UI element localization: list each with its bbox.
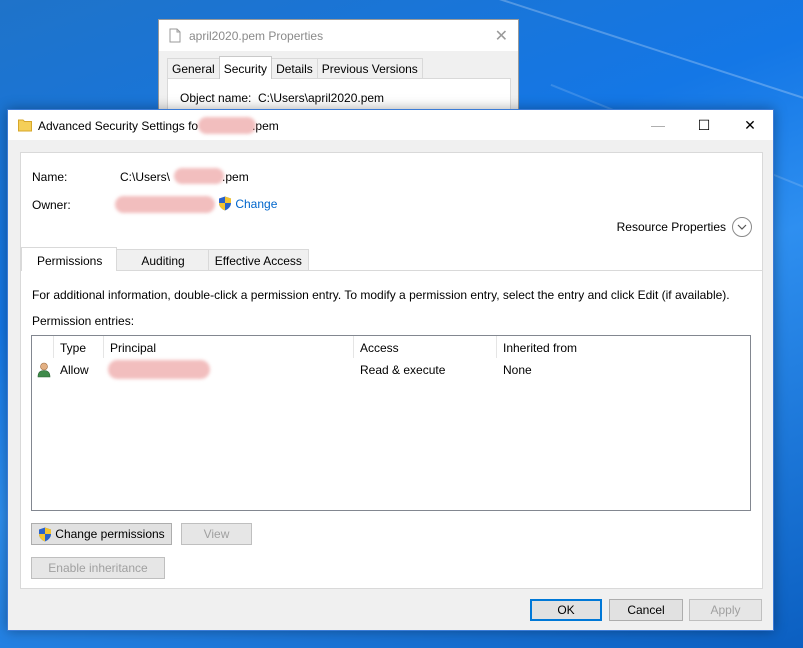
redacted-principal [108, 360, 210, 379]
name-value-prefix: C:\Users\ [120, 170, 171, 184]
properties-tab-security[interactable]: Security [218, 56, 273, 79]
maximize-button[interactable]: ☐ [681, 110, 727, 140]
tab-auditing[interactable]: Auditing [116, 249, 209, 271]
advanced-security-settings-window: Advanced Security Settings fo .pem — ☐ ✕ … [7, 109, 774, 631]
minimize-button[interactable]: — [635, 110, 681, 140]
permission-entries-list[interactable]: Type Principal Access Inherited from All… [31, 335, 751, 511]
owner-label: Owner: [32, 198, 71, 212]
apply-button[interactable]: Apply [689, 599, 762, 621]
redacted-filename [198, 117, 256, 134]
column-type[interactable]: Type [54, 336, 104, 358]
properties-tab-previous-versions[interactable]: Previous Versions [316, 58, 423, 79]
properties-close-icon[interactable]: ✕ [495, 26, 508, 46]
properties-tab-general[interactable]: General [167, 58, 220, 79]
name-label: Name: [32, 170, 68, 184]
window-title-prefix: Advanced Security Settings fo [38, 119, 199, 133]
folder-icon [18, 119, 32, 132]
redacted-username [174, 168, 224, 184]
window-titlebar: Advanced Security Settings fo .pem — ☐ ✕ [8, 110, 773, 140]
object-name-label: Object name: [180, 91, 252, 105]
user-icon [37, 362, 51, 378]
resource-properties-toggle[interactable]: Resource Properties [617, 217, 752, 237]
cancel-button[interactable]: Cancel [609, 599, 683, 621]
list-header: Type Principal Access Inherited from [32, 336, 750, 358]
permissions-help-text: For additional information, double-click… [32, 288, 730, 302]
change-owner-link[interactable]: Change [218, 196, 277, 211]
desktop-background-streak [489, 0, 803, 127]
properties-title: april2020.pem Properties [189, 28, 324, 43]
change-permissions-button[interactable]: Change permissions [31, 523, 172, 545]
document-icon [169, 28, 181, 43]
column-access[interactable]: Access [354, 336, 497, 358]
properties-tabs: General Security Details Previous Versio… [167, 56, 423, 79]
tab-permissions[interactable]: Permissions [21, 247, 118, 271]
tab-divider [21, 270, 762, 271]
name-value-suffix: .pem [222, 170, 249, 184]
ok-button[interactable]: OK [530, 599, 602, 621]
uac-shield-icon [39, 527, 52, 541]
properties-titlebar: april2020.pem Properties ✕ [159, 20, 518, 51]
cell-access: Read & execute [360, 363, 446, 377]
resource-properties-label: Resource Properties [616, 220, 726, 234]
tab-effective-access[interactable]: Effective Access [207, 249, 309, 271]
view-button[interactable]: View [181, 523, 252, 545]
redacted-owner [115, 196, 215, 213]
window-title-suffix: .pem [252, 119, 279, 133]
object-name-value: C:\Users\april2020.pem [258, 91, 385, 105]
icon-column [32, 336, 54, 358]
cell-type: Allow [60, 363, 89, 377]
settings-panel: Name: C:\Users\ .pem Owner: Change Resour… [20, 152, 763, 589]
cell-inherited-from: None [503, 363, 532, 377]
column-inherited-from[interactable]: Inherited from [497, 336, 747, 358]
change-permissions-label: Change permissions [55, 527, 165, 541]
chevron-down-icon[interactable] [732, 217, 752, 237]
column-principal[interactable]: Principal [104, 336, 354, 358]
change-link-text[interactable]: Change [235, 197, 277, 211]
enable-inheritance-button[interactable]: Enable inheritance [31, 557, 165, 579]
security-tabs: Permissions Auditing Effective Access [21, 247, 309, 271]
permission-entries-label: Permission entries: [32, 314, 135, 328]
properties-tab-details[interactable]: Details [271, 58, 318, 79]
uac-shield-icon [219, 196, 231, 211]
close-button[interactable]: ✕ [727, 110, 773, 140]
